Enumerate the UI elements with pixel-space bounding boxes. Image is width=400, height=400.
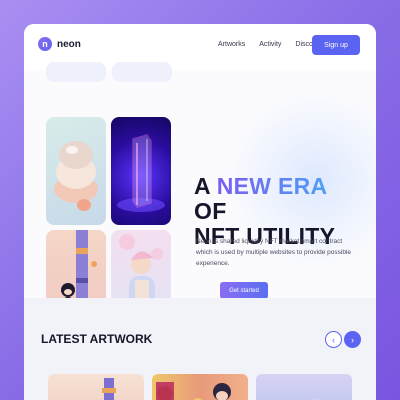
glass-prism-icon xyxy=(117,134,165,212)
hero-title-suffix: OF xyxy=(194,198,227,224)
artwork-card[interactable] xyxy=(152,374,248,400)
landing-page: n neon Artworks Activity Discover Sign u… xyxy=(24,24,376,400)
logo-text: neon xyxy=(57,38,81,50)
carousel-next-button[interactable]: › xyxy=(344,331,361,348)
sign-up-button[interactable]: Sign up xyxy=(312,35,360,55)
hero-title-prefix: A xyxy=(194,173,217,199)
nav-activity[interactable]: Activity xyxy=(259,41,281,48)
logo-icon: n xyxy=(38,37,52,51)
logo[interactable]: n neon xyxy=(38,37,81,51)
robot-artwork-icon xyxy=(102,378,116,400)
chevron-right-icon: › xyxy=(351,334,354,345)
section-title: LATEST ARTWORK xyxy=(41,332,153,346)
artwork-tile-ghost xyxy=(112,62,172,82)
latest-artwork-section: LATEST ARTWORK ‹ › xyxy=(24,298,376,400)
characters-artwork-icon xyxy=(156,382,231,400)
artwork-tile-sphere[interactable] xyxy=(46,117,106,225)
chevron-left-icon: ‹ xyxy=(332,334,335,345)
sphere-artwork-icon xyxy=(54,141,98,211)
get-started-button[interactable]: Get started xyxy=(220,282,268,299)
artwork-card[interactable] xyxy=(48,374,144,400)
hero-description: Neon is shared liquidity NFT market smar… xyxy=(196,238,351,267)
nav-artworks[interactable]: Artworks xyxy=(218,41,245,48)
artwork-tile-glass[interactable] xyxy=(111,117,171,225)
hero-section: A NEW ERA OF NFT UTILITY Neon is shared … xyxy=(24,62,376,338)
artwork-card[interactable] xyxy=(256,374,352,400)
artwork-tile-ghost xyxy=(46,62,106,82)
snail-artwork-icon xyxy=(311,398,321,400)
hero-title-accent: NEW ERA xyxy=(216,173,327,199)
main-nav: Artworks Activity Discover xyxy=(218,41,323,48)
carousel-prev-button[interactable]: ‹ xyxy=(325,331,342,348)
